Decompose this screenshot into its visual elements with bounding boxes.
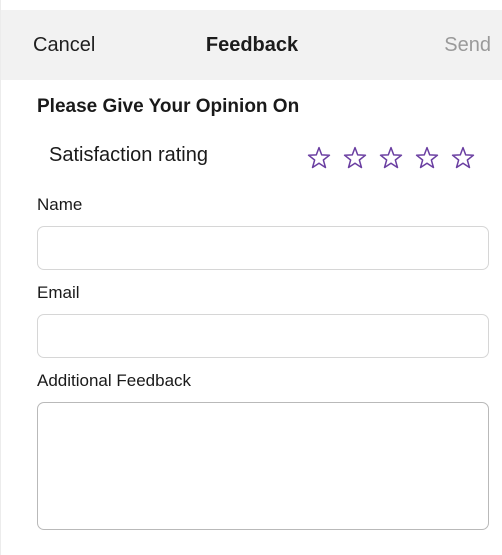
cancel-button[interactable]: Cancel: [33, 34, 95, 57]
satisfaction-rating-row: Satisfaction rating: [1, 140, 502, 176]
name-input[interactable]: [37, 226, 489, 270]
star-rating: [307, 140, 475, 176]
additional-feedback-label: Additional Feedback: [37, 371, 192, 390]
star-icon[interactable]: [451, 146, 475, 170]
email-label: Email: [37, 283, 80, 302]
send-button[interactable]: Send: [444, 34, 491, 57]
section-heading: Please Give Your Opinion On: [37, 96, 300, 117]
navigation-bar: Cancel Feedback Send: [1, 0, 502, 80]
feedback-screen: Cancel Feedback Send Please Give Your Op…: [0, 0, 502, 555]
satisfaction-rating-label: Satisfaction rating: [49, 144, 208, 166]
email-input[interactable]: [37, 314, 489, 358]
star-icon[interactable]: [415, 146, 439, 170]
star-icon[interactable]: [343, 146, 367, 170]
additional-feedback-textarea[interactable]: [37, 402, 489, 530]
star-icon[interactable]: [379, 146, 403, 170]
star-icon[interactable]: [307, 146, 331, 170]
name-label: Name: [37, 195, 83, 214]
